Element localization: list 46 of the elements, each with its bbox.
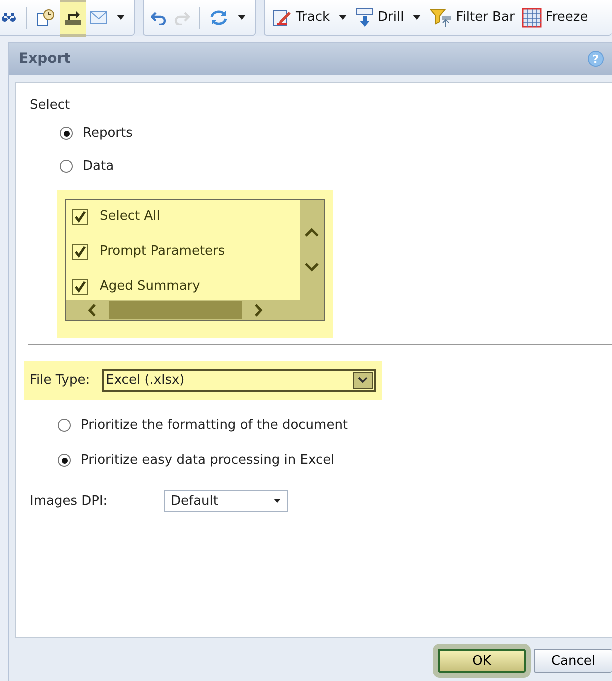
funnel-icon [430,8,452,28]
dialog-title: Export [19,51,71,67]
radio-button[interactable] [60,127,73,140]
toolbar-button[interactable]: Freeze [518,0,592,34]
export-tray-icon [63,8,83,26]
chevron-left-icon[interactable] [88,304,97,316]
field-label: Images DPI: [30,494,109,508]
caret-icon [413,15,422,20]
grid-icon [522,8,542,28]
pencil-document-icon [272,8,292,28]
radio-button[interactable] [58,454,71,467]
checkbox[interactable] [72,244,88,260]
file-type-dropdown[interactable]: Excel (.xlsx) [102,369,376,392]
export-tray-button[interactable] [60,0,86,36]
toolbar-button[interactable]: Track [269,0,334,34]
redo-icon [174,10,190,24]
list-item-label: Select All [100,209,160,224]
scroll-thumb[interactable] [109,301,242,319]
caret-icon [339,15,348,20]
radio-label: Prioritize easy data processing in Excel [81,453,335,468]
radio-label: Data [83,159,114,174]
dpi-dropdown[interactable]: Default [164,490,288,512]
undo-icon [151,10,167,24]
caret-icon [117,15,125,20]
cancel-button[interactable]: Cancel [534,649,612,673]
caret-icon [274,499,281,503]
drill-down-icon [356,8,374,28]
caret-icon [238,15,246,20]
radio-button[interactable] [60,160,73,173]
clock-document-icon [36,8,56,28]
chevron-up-icon[interactable] [305,228,319,237]
list-item-label: Aged Summary [100,279,200,294]
list-item-label: Prompt Parameters [100,244,226,259]
chevron-right-icon[interactable] [254,304,263,316]
radio-button[interactable] [58,419,71,432]
chevron-down-icon[interactable] [305,263,319,272]
envelope-icon [90,10,108,24]
section-label: Select [30,98,72,113]
toolbar-button[interactable]: Drill [353,0,408,34]
radio-label: Prioritize the formatting of the document [81,418,348,433]
checkbox[interactable] [72,208,88,224]
field-label: File Type: [30,373,90,388]
toolbar-button[interactable]: Filter Bar [427,0,518,34]
refresh-icon [209,8,229,26]
radio-label: Reports [83,126,133,141]
checkbox[interactable] [72,278,88,294]
